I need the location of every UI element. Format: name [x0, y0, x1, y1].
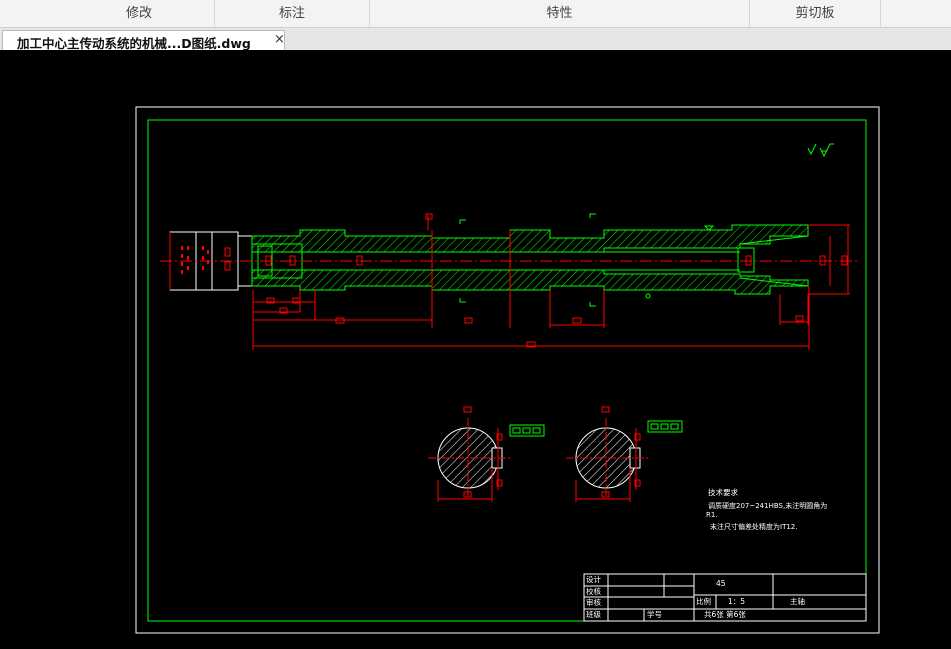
tb-check-label: 校核	[586, 587, 601, 596]
close-icon[interactable]: ×	[274, 32, 285, 47]
inner-frame	[147, 119, 867, 622]
tb-part-name: 主轴	[790, 597, 805, 606]
tb-class-label: 班级	[586, 610, 601, 619]
tb-sheets: 共6张 第6张	[704, 610, 746, 619]
tech-req-line3: 未注尺寸偏差处精度为IT12.	[710, 523, 798, 531]
ribbon-group-dimension[interactable]: 标注	[215, 0, 370, 27]
document-tab[interactable]: 加工中心主传动系统的机械...D图纸.dwg ×	[2, 30, 285, 51]
ribbon-group-modify[interactable]: 修改	[64, 0, 215, 27]
tb-scale-label: 比例	[696, 597, 711, 606]
cad-drawing	[135, 106, 880, 634]
ribbon-group-clipboard[interactable]: 剪切板	[750, 0, 881, 27]
ribbon-group-properties[interactable]: 特性	[370, 0, 750, 27]
tb-review-label: 审核	[586, 598, 601, 607]
section-view-a	[428, 406, 545, 502]
section-view-b	[566, 406, 683, 502]
sheet-border	[135, 106, 880, 634]
tb-material: 45	[716, 579, 726, 588]
shaft-main-view	[160, 213, 860, 350]
tb-design-label: 设计	[586, 575, 601, 584]
roughness-symbol	[807, 143, 834, 158]
tech-req-line2: R1.	[706, 511, 718, 519]
tb-student-no-label: 学号	[647, 610, 662, 619]
tech-req-title: 技术要求	[708, 488, 738, 497]
tech-req-line1: 调质硬度207~241HBS,未注明圆角为	[708, 502, 828, 510]
drawing-canvas[interactable]: 技术要求 调质硬度207~241HBS,未注明圆角为 R1. 未注尺寸偏差处精度…	[0, 50, 951, 649]
document-tab-bar: 加工中心主传动系统的机械...D图纸.dwg ×	[0, 28, 951, 51]
ribbon-toolbar: 修改 标注 特性 剪切板	[0, 0, 951, 28]
tb-scale-value: 1：5	[728, 597, 746, 606]
